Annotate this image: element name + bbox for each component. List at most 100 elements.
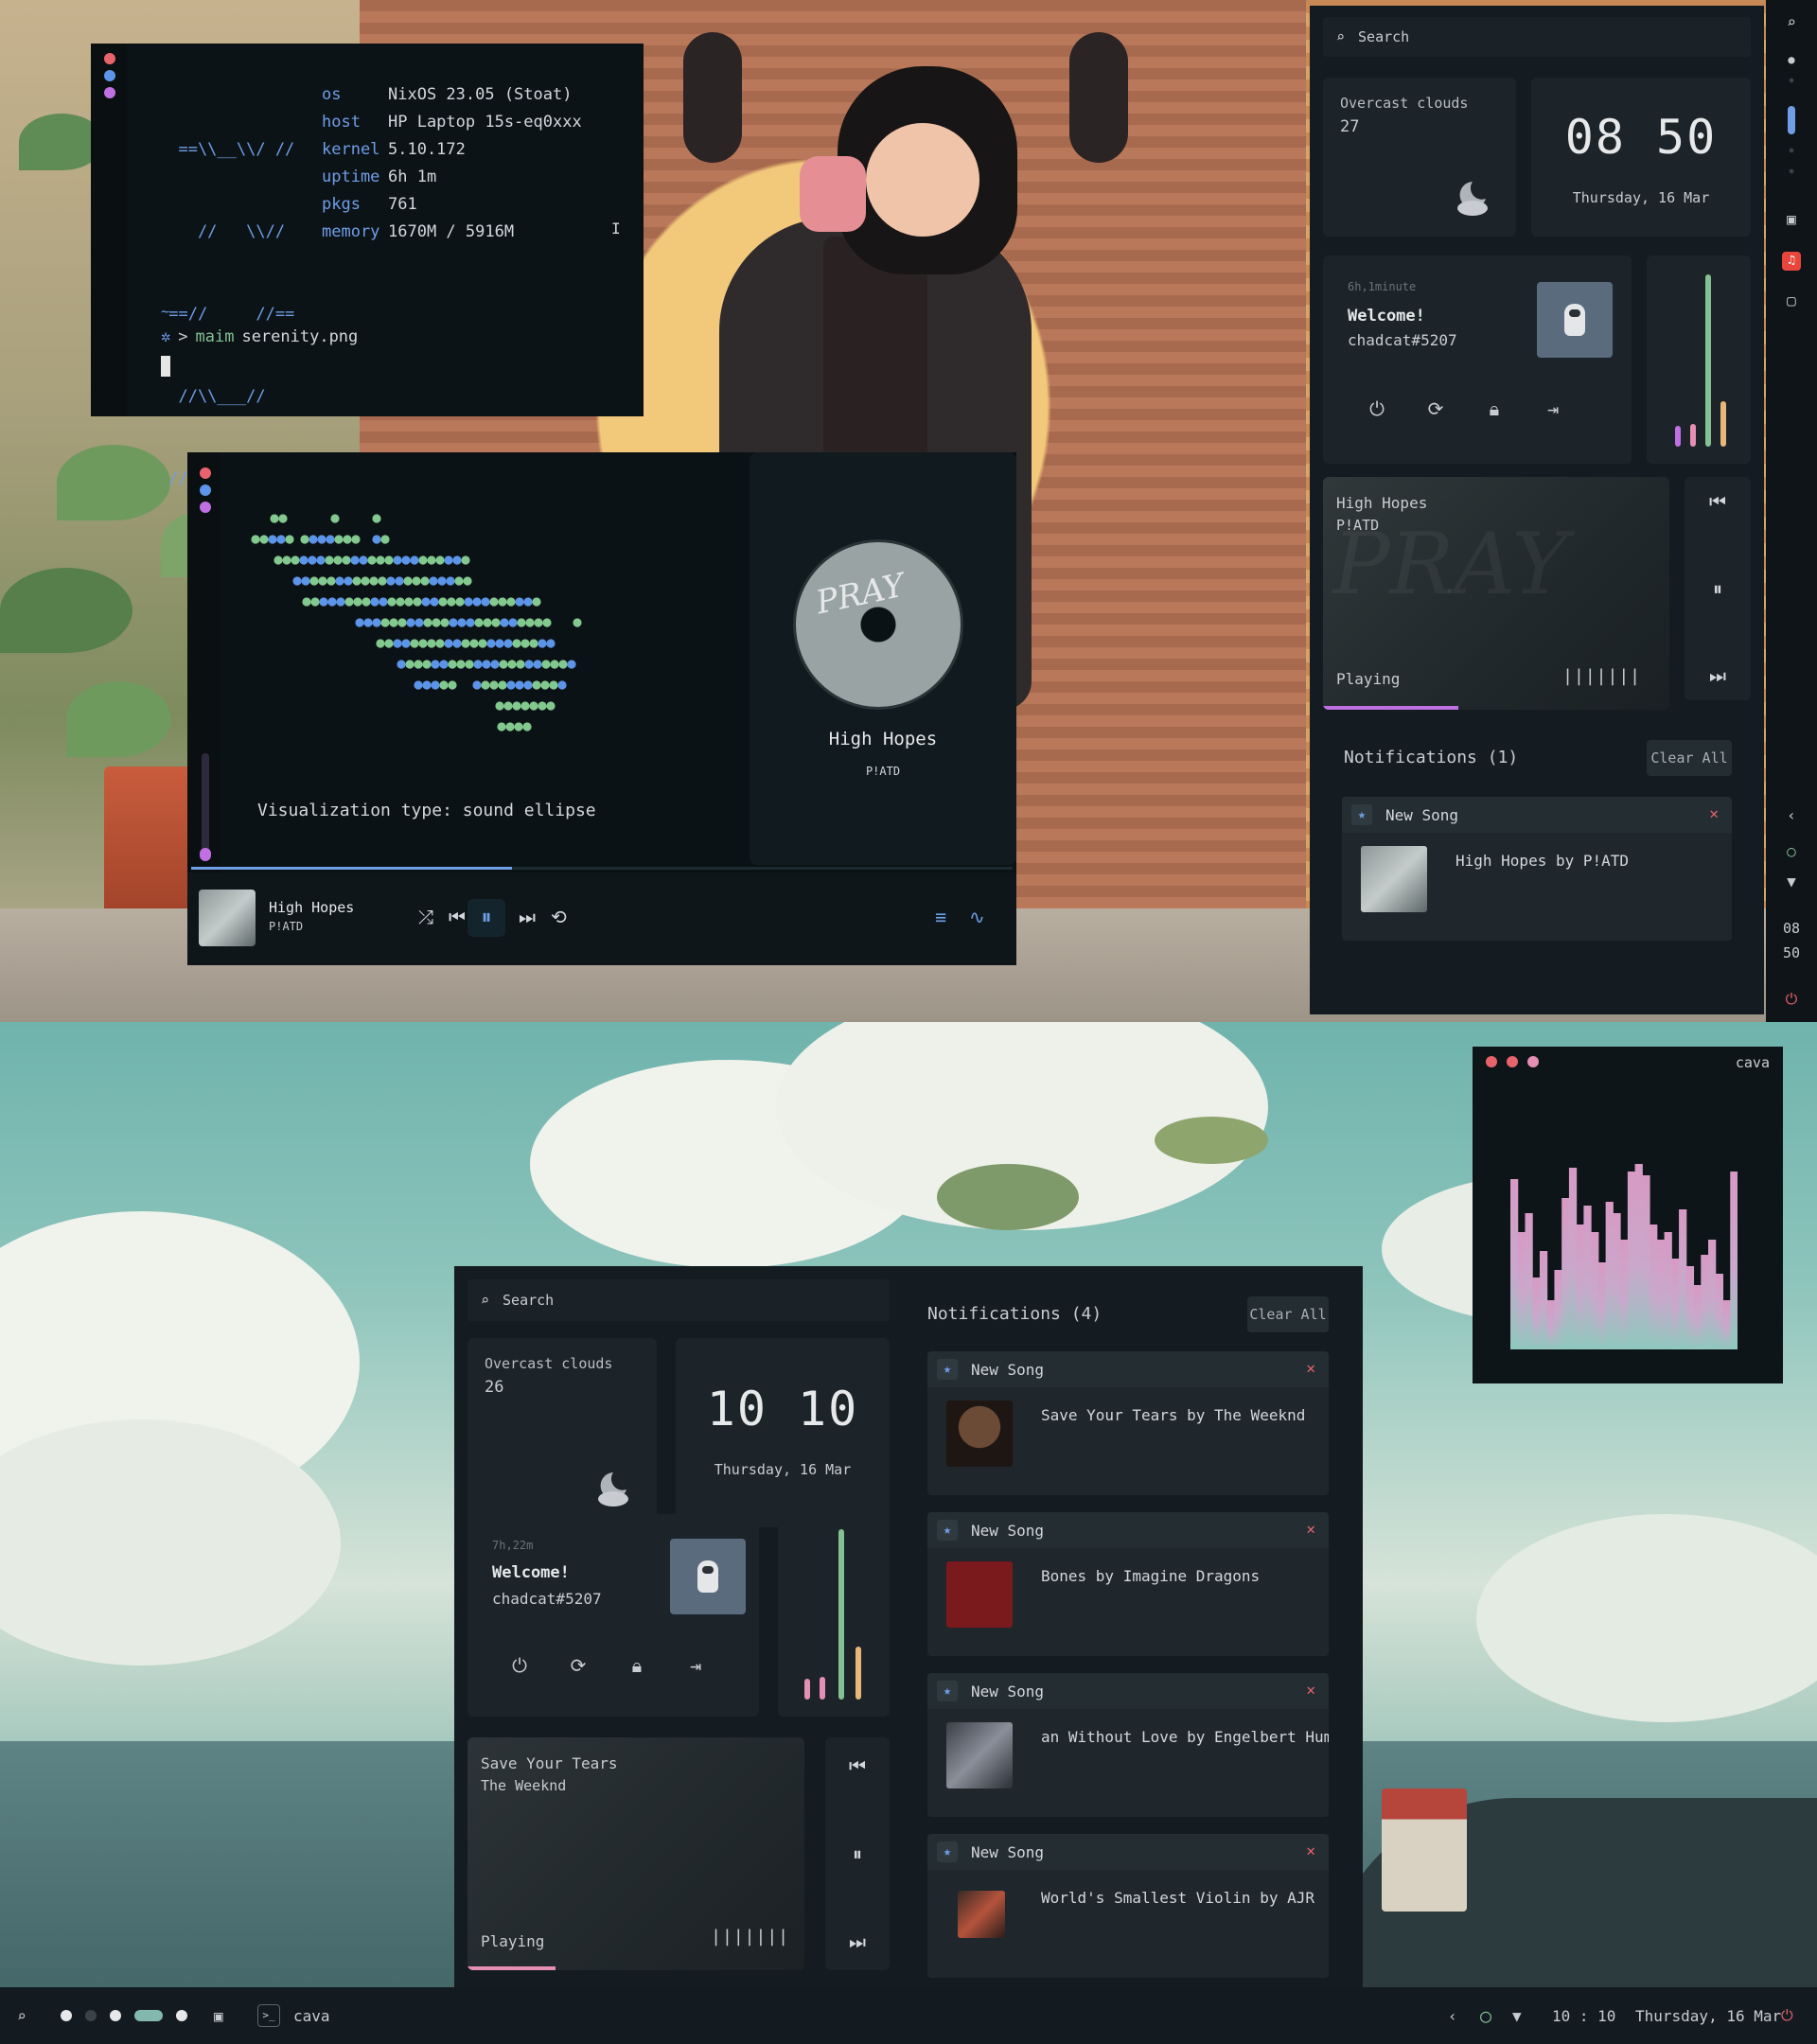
star-icon: ★: [937, 1681, 958, 1701]
visualizer-dot: [558, 660, 568, 669]
track-progress-bar[interactable]: [191, 867, 1013, 870]
restart-icon[interactable]: ⟳: [562, 1654, 594, 1677]
workspace-2[interactable]: [85, 1987, 97, 2044]
notification-item[interactable]: ★ New Song ✕ Save Your Tears by The Weekn…: [927, 1351, 1329, 1495]
lock-icon[interactable]: 🔒︎: [1478, 397, 1510, 420]
chat-app-icon[interactable]: ▣: [1766, 210, 1817, 228]
visualizer-toggle-icon[interactable]: ∿: [969, 907, 985, 927]
cava-window[interactable]: cava: [1473, 1047, 1783, 1383]
logout-icon[interactable]: ⇥: [1537, 397, 1569, 420]
workspace-4[interactable]: [134, 1987, 163, 2044]
status-ring-icon[interactable]: ○: [1480, 1987, 1491, 2044]
wifi-icon[interactable]: ▼: [1766, 872, 1817, 890]
previous-icon[interactable]: ⏮: [449, 907, 466, 927]
minimize-dot[interactable]: [1527, 1056, 1539, 1067]
minimize-dot[interactable]: [104, 87, 115, 98]
workspace-4-dot[interactable]: ●: [1766, 146, 1817, 154]
chevron-left-icon[interactable]: ‹: [1448, 1987, 1457, 2044]
disk-bar: [1705, 274, 1711, 447]
visualizer-dot: [413, 597, 422, 607]
workspace-3[interactable]: [110, 1987, 121, 2044]
workspace-active-indicator[interactable]: [1788, 106, 1795, 134]
sidebar-clock-hour: 08: [1782, 920, 1801, 937]
search-icon[interactable]: ⌕: [17, 1987, 26, 2044]
power-icon[interactable]: ⏻: [503, 1654, 536, 1677]
workspace-5[interactable]: [176, 1987, 187, 2044]
notification-item[interactable]: ★ New Song ✕ High Hopes by P!ATD: [1342, 797, 1732, 941]
lock-icon[interactable]: 🔒︎: [621, 1654, 653, 1677]
visualizer-dot: [352, 576, 362, 586]
volume-slider[interactable]: [200, 753, 211, 861]
close-icon[interactable]: ✕: [1306, 1681, 1315, 1699]
prompt-cwd: ~: [161, 303, 170, 320]
status-ring-icon[interactable]: ○: [1766, 842, 1817, 860]
music-player-window[interactable]: Visualization type: sound ellipse PRAY H…: [187, 452, 1016, 965]
previous-icon[interactable]: ⏮: [849, 1754, 866, 1777]
close-dot[interactable]: [104, 53, 115, 64]
workspace-5-dot[interactable]: ●: [1766, 167, 1817, 175]
search-icon[interactable]: ⌕: [1766, 13, 1817, 31]
taskbar-app-cava[interactable]: >_ cava: [257, 1987, 330, 2044]
next-icon[interactable]: ⏭: [519, 907, 536, 927]
media-progress[interactable]: [1323, 706, 1458, 710]
weather-card: Overcast clouds 26: [467, 1338, 657, 1527]
volume-slider-knob[interactable]: [200, 848, 211, 861]
notification-item[interactable]: ★ New Song ✕ an Without Love by Engelbert…: [927, 1673, 1329, 1817]
logout-icon[interactable]: ⇥: [679, 1654, 712, 1677]
maximize-dot[interactable]: [104, 70, 115, 81]
close-icon[interactable]: ✕: [1306, 1520, 1315, 1538]
wallpaper-cloud: [1476, 1514, 1817, 1722]
info-key: memory: [322, 222, 380, 241]
wifi-icon[interactable]: ▼: [1512, 1987, 1522, 2044]
notification-item[interactable]: ★ New Song ✕ Bones by Imagine Dragons: [927, 1512, 1329, 1656]
next-icon[interactable]: ⏭: [849, 1930, 866, 1953]
close-icon[interactable]: ✕: [1306, 1841, 1315, 1859]
maximize-dot[interactable]: [200, 485, 211, 496]
clear-all-button[interactable]: Clear All: [1247, 1296, 1329, 1332]
notification-item[interactable]: ★ New Song ✕ World's Smallest Violin by A…: [927, 1834, 1329, 1978]
prompt-line[interactable]: ✲ > maim serenity.png: [161, 327, 358, 346]
power-icon[interactable]: ⏻: [1766, 990, 1817, 1009]
maximize-dot[interactable]: [1507, 1056, 1518, 1067]
workspace-2-dot[interactable]: ●: [1766, 76, 1817, 84]
pause-icon[interactable]: ⏸: [853, 1842, 862, 1865]
visualizer-dot: [336, 597, 345, 607]
visualizer-dot: [308, 555, 317, 565]
media-artist: P!ATD: [1336, 517, 1380, 534]
pause-button[interactable]: ⏸: [467, 899, 505, 937]
terminal-app-icon[interactable]: ▢: [1766, 291, 1817, 309]
music-app-icon[interactable]: ♫: [1782, 252, 1801, 271]
clear-all-button[interactable]: Clear All: [1647, 740, 1732, 776]
visualizer-dot: [512, 639, 521, 648]
minimize-dot[interactable]: [200, 502, 211, 513]
search-bar[interactable]: ⌕ Search: [467, 1279, 890, 1321]
search-bar[interactable]: ⌕ Search: [1323, 17, 1751, 57]
workspace-1-dot[interactable]: ●: [1766, 53, 1817, 66]
media-progress[interactable]: [467, 1966, 556, 1970]
close-dot[interactable]: [200, 467, 211, 479]
previous-icon[interactable]: ⏮: [1709, 490, 1726, 513]
next-icon[interactable]: ⏭: [1709, 664, 1726, 687]
visualizer-dot: [508, 618, 518, 627]
power-icon[interactable]: ⏻: [1361, 397, 1393, 420]
close-icon[interactable]: ✕: [1709, 804, 1719, 822]
pause-icon[interactable]: ⏸: [1713, 577, 1722, 600]
info-row-os: os NixOS 23.05 (Stoat): [322, 81, 582, 109]
restart-icon[interactable]: ⟳: [1420, 397, 1452, 420]
workspace-1[interactable]: [61, 1987, 72, 2044]
terminal-window[interactable]: ==\\__\\/ // // \\// ==// //== //\\___//…: [91, 44, 644, 571]
command-argument: serenity.png: [241, 327, 359, 346]
close-icon[interactable]: ✕: [1306, 1359, 1315, 1377]
chat-app-icon[interactable]: ▣: [214, 1987, 223, 2044]
close-dot[interactable]: [1486, 1056, 1497, 1067]
power-icon[interactable]: ⏻: [1781, 1987, 1793, 2044]
info-value: 761: [388, 195, 417, 214]
user-card: 7h,22m Welcome! chadcat#5207 ⏻ ⟳ 🔒︎ ⇥: [467, 1514, 759, 1717]
repeat-icon[interactable]: ⟲: [551, 907, 567, 927]
queue-icon[interactable]: ≡: [935, 907, 946, 927]
cloudy-night-icon: [1457, 182, 1488, 216]
chevron-left-icon[interactable]: ‹: [1766, 806, 1817, 824]
visualizer-dot: [350, 555, 360, 565]
shuffle-icon[interactable]: ⤮: [418, 907, 433, 927]
visualizer-dot: [370, 597, 379, 607]
